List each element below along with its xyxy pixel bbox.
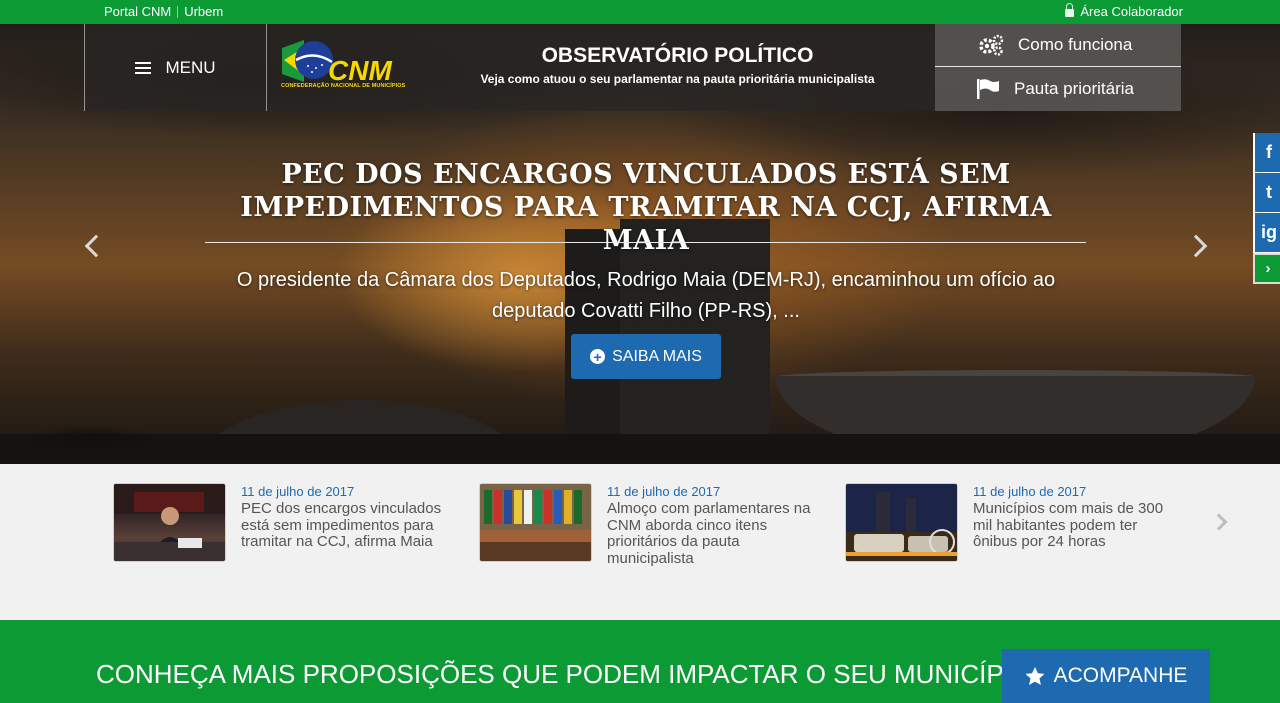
area-colaborador-link[interactable]: Área Colaborador bbox=[1065, 3, 1183, 19]
news-thumbnail[interactable] bbox=[479, 483, 592, 562]
news-strip: 11 de julho de 2017 PEC dos encargos vin… bbox=[0, 464, 1280, 620]
social-sidebar: f t ig › bbox=[1253, 133, 1280, 284]
lock-icon bbox=[1065, 3, 1075, 17]
cta-text: CONHEÇA MAIS PROPOSIÇÕES QUE PODEM IMPAC… bbox=[96, 659, 1032, 689]
site-title: OBSERVATÓRIO POLÍTICO bbox=[541, 44, 814, 67]
urbem-link[interactable]: Urbem bbox=[184, 4, 223, 19]
slide-description: O presidente da Câmara dos Deputados, Ro… bbox=[236, 269, 1056, 322]
pauta-prioritaria-label: Pauta prioritária bbox=[1014, 78, 1135, 98]
plus-circle-icon: + bbox=[590, 349, 606, 364]
instagram-icon[interactable]: ig bbox=[1253, 213, 1280, 253]
flag-icon bbox=[977, 78, 999, 99]
acompanhe-label: ACOMPANHE bbox=[1053, 664, 1188, 687]
news-headline[interactable]: PEC dos encargos vinculados está sem imp… bbox=[241, 500, 451, 551]
gears-icon bbox=[979, 34, 1004, 56]
top-links: Portal CNM Urbem bbox=[104, 4, 223, 19]
top-bar: Portal CNM Urbem Área Colaborador bbox=[0, 0, 1280, 24]
news-date: 11 de julho de 2017 bbox=[607, 484, 721, 499]
como-funciona-label: Como funciona bbox=[1018, 35, 1133, 54]
twitter-icon[interactable]: t bbox=[1253, 173, 1280, 213]
news-date: 11 de julho de 2017 bbox=[973, 484, 1087, 499]
divider bbox=[177, 5, 179, 18]
area-colaborador-label: Área Colaborador bbox=[1080, 4, 1183, 19]
star-icon bbox=[1025, 666, 1045, 685]
news-card[interactable]: 11 de julho de 2017 Municípios com mais … bbox=[845, 483, 1185, 563]
social-toggle-button[interactable]: › bbox=[1253, 253, 1280, 284]
hamburger-icon bbox=[135, 61, 152, 74]
news-headline[interactable]: Almoço com parlamentares na CNM aborda c… bbox=[607, 500, 817, 567]
news-date: 11 de julho de 2017 bbox=[241, 484, 355, 499]
news-card[interactable]: 11 de julho de 2017 Almoço com parlament… bbox=[479, 483, 819, 566]
portal-cnm-link[interactable]: Portal CNM bbox=[104, 4, 171, 19]
menu-label: MENU bbox=[165, 57, 216, 77]
slide-divider bbox=[205, 242, 1086, 243]
right-menu: Como funciona Pauta prioritária bbox=[935, 24, 1181, 111]
news-card[interactable]: 11 de julho de 2017 PEC dos encargos vin… bbox=[113, 483, 453, 563]
menu-button[interactable]: MENU bbox=[84, 24, 267, 111]
site-subtitle: Veja como atuou o seu parlamentar na pau… bbox=[480, 72, 875, 86]
acompanhe-button[interactable]: ACOMPANHE bbox=[1002, 649, 1210, 703]
news-thumbnail[interactable] bbox=[845, 483, 958, 562]
saiba-mais-label: SAIBA MAIS bbox=[612, 347, 702, 365]
saiba-mais-button[interactable]: + SAIBA MAIS bbox=[571, 334, 721, 379]
como-funciona-button[interactable]: Como funciona bbox=[935, 24, 1181, 67]
logo-subtitle: CONFEDERAÇÃO NACIONAL DE MUNICÍPIOS bbox=[281, 83, 406, 89]
site-title-block: OBSERVATÓRIO POLÍTICO Veja como atuou o … bbox=[470, 44, 885, 86]
news-headline[interactable]: Municípios com mais de 300 mil habitante… bbox=[973, 500, 1183, 551]
logo-text: CNM bbox=[328, 55, 392, 86]
news-thumbnail[interactable] bbox=[113, 483, 226, 562]
pauta-prioritaria-button[interactable]: Pauta prioritária bbox=[935, 67, 1181, 110]
facebook-icon[interactable]: f bbox=[1253, 133, 1280, 173]
